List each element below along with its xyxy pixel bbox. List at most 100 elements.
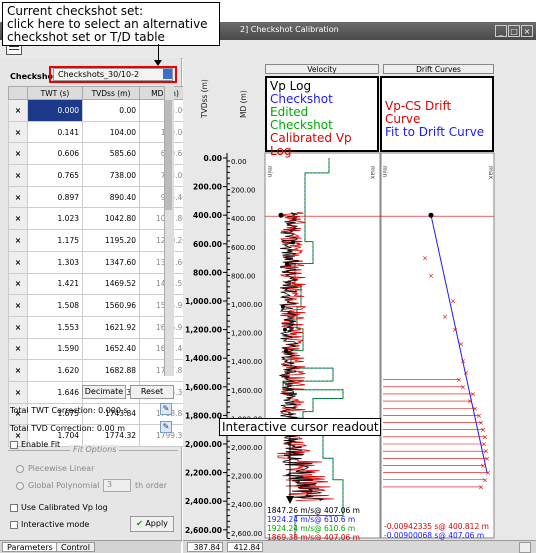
drift-point: × xyxy=(442,313,448,321)
tvdss-tick-label: 2,000.00 xyxy=(185,440,222,449)
readout-vpcs: -0.00942335 s@ 400.812 m xyxy=(384,522,489,531)
use-calibrated-checkbox[interactable] xyxy=(10,504,18,512)
drift-point: × xyxy=(478,483,484,491)
drift-readout: -0.00942335 s@ 400.812 m -0.00900068 s@ … xyxy=(384,522,496,540)
twt-cell[interactable]: 0.606 xyxy=(27,142,83,166)
callout-arrow-head xyxy=(154,60,162,66)
twt-cell[interactable]: 0.000 xyxy=(27,99,83,122)
drift-track-header[interactable]: Drift Curves xyxy=(383,64,494,74)
tvdss-tick-label: 0.00 xyxy=(203,154,222,163)
twt-cell[interactable]: 1.303 xyxy=(27,250,83,274)
md-tick-label: 2,200.00 xyxy=(231,473,262,481)
delete-row-icon[interactable]: × xyxy=(8,207,28,231)
twt-cell[interactable]: 1.421 xyxy=(27,272,83,296)
check-icon: ✔ xyxy=(136,519,143,528)
delete-row-icon[interactable]: × xyxy=(8,142,28,166)
tvdss-tick-label: 1,600.00 xyxy=(185,383,222,392)
tvdss-cell[interactable]: 738.00 xyxy=(82,164,140,187)
velocity-track xyxy=(264,152,381,539)
delete-row-icon[interactable]: × xyxy=(8,99,28,122)
tvdss-cell[interactable]: 1621.92 xyxy=(82,315,140,339)
drift-point: × xyxy=(422,255,428,263)
twt-cell[interactable]: 1.508 xyxy=(27,294,83,317)
delete-row-icon[interactable]: × xyxy=(8,315,28,339)
order-spinner[interactable]: 3 xyxy=(103,479,131,492)
tvdss-cell[interactable]: 890.40 xyxy=(82,185,140,209)
scale-min-label: min xyxy=(266,166,273,178)
callout-line-3: checkshot set or T/D table xyxy=(7,30,165,44)
checkshot-selected-value: Checkshots_30/10-2 xyxy=(58,70,140,79)
tvdss-tick-label: 400.00 xyxy=(193,211,222,220)
global-polynomial-radio[interactable] xyxy=(16,482,24,490)
delete-row-icon[interactable]: × xyxy=(8,250,28,274)
twt-cell[interactable]: 0.765 xyxy=(27,164,83,187)
readout-fit: -0.00900068 s@ 407.06 m xyxy=(384,531,485,540)
md-tick-label: 2,000.00 xyxy=(231,444,262,452)
delete-row-icon[interactable]: × xyxy=(8,272,28,296)
tvdss-cell[interactable]: 1652.40 xyxy=(82,337,140,361)
velocity-track-header[interactable]: Velocity xyxy=(265,64,379,74)
readout-edited: 1924.24 m/s@ 610.6 m xyxy=(267,524,356,533)
tvdss-cell[interactable]: 1042.80 xyxy=(82,207,140,231)
maximize-button[interactable]: □ xyxy=(508,25,520,37)
twt-cell[interactable]: 0.897 xyxy=(27,185,83,209)
tvdss-cell[interactable]: 1195.20 xyxy=(82,229,140,252)
legend-edited-checkshot: Edited Checkshot xyxy=(270,105,333,132)
readout-vp: 1847.26 m/s@ 407.06 m xyxy=(267,506,360,515)
drift-point: × xyxy=(452,326,458,334)
tab-control[interactable]: Control xyxy=(56,542,95,552)
tvd-correction-label: Total TVD Correction: 0.00 m xyxy=(10,424,126,433)
drift-point: × xyxy=(460,383,466,391)
status-md: 412.84 xyxy=(227,542,263,552)
minimize-button[interactable]: _ xyxy=(495,25,507,37)
order-value: 3 xyxy=(107,480,113,489)
tvdss-cell[interactable]: 1347.60 xyxy=(82,250,140,274)
delete-row-icon[interactable]: × xyxy=(8,120,28,144)
md-tick-label: 800.00 xyxy=(231,272,256,280)
scale-min-label: min xyxy=(381,166,388,178)
delete-row-icon[interactable]: × xyxy=(8,359,28,382)
md-tick-label: 400.00 xyxy=(231,215,256,223)
checkshot-point xyxy=(281,304,285,309)
tab-parameters[interactable]: Parameters xyxy=(2,542,58,552)
legend-vpcs-drift: Vp-CS Drift Curve xyxy=(385,99,452,126)
drift-point: × xyxy=(460,358,466,366)
table-scrollbar-thumb[interactable] xyxy=(165,100,172,210)
tvdss-cell[interactable]: 1469.52 xyxy=(82,272,140,296)
decimate-button[interactable]: Decimate xyxy=(82,385,126,399)
tvdss-cell[interactable]: 585.60 xyxy=(82,142,140,166)
delete-row-icon[interactable]: × xyxy=(8,380,28,404)
checkshot-browse-icon[interactable] xyxy=(163,69,172,79)
delete-row-icon[interactable]: × xyxy=(8,164,28,187)
apply-button[interactable]: ✔ Apply xyxy=(130,516,174,532)
edit-tvd-icon[interactable]: ✎ xyxy=(160,421,172,433)
edit-twt-icon[interactable]: ✎ xyxy=(160,403,172,415)
close-button[interactable]: × xyxy=(521,25,533,37)
readout-checkshot: 1924.24 m/s@ 610.6 m xyxy=(267,515,356,524)
checkshot-select[interactable]: Checkshots_30/10-2 xyxy=(53,68,173,81)
twt-cell[interactable]: 1.553 xyxy=(27,315,83,339)
delete-row-icon[interactable]: × xyxy=(8,294,28,317)
twt-cell[interactable]: 1.620 xyxy=(27,359,83,382)
tvdss-cell[interactable]: 0.00 xyxy=(82,99,140,122)
tvdss-cell[interactable]: 104.00 xyxy=(82,120,140,144)
delete-row-icon[interactable]: × xyxy=(8,229,28,252)
twt-cell[interactable]: 1.023 xyxy=(27,207,83,231)
twt-cell[interactable]: 0.141 xyxy=(27,120,83,144)
delete-row-icon[interactable]: × xyxy=(8,185,28,209)
twt-cell[interactable]: 1.646 xyxy=(27,380,83,404)
order-suffix: th order xyxy=(135,481,168,490)
delete-row-icon[interactable]: × xyxy=(8,337,28,361)
piecewise-radio[interactable] xyxy=(16,465,24,473)
interactive-mode-checkbox[interactable] xyxy=(10,521,18,529)
resize-grip-icon[interactable] xyxy=(519,542,531,553)
reset-button[interactable]: Reset xyxy=(130,385,174,399)
tvdss-cell[interactable]: 1682.88 xyxy=(82,359,140,382)
table-header-tvdss: TVDss (m) xyxy=(82,86,140,100)
enable-fit-checkbox[interactable] xyxy=(10,441,18,449)
tvdss-cell[interactable]: 1560.96 xyxy=(82,294,140,317)
twt-cell[interactable]: 1.590 xyxy=(27,337,83,361)
legend-fit-drift: Fit to Drift Curve xyxy=(385,125,485,139)
velocity-cursor-point xyxy=(278,212,284,218)
twt-cell[interactable]: 1.175 xyxy=(27,229,83,252)
